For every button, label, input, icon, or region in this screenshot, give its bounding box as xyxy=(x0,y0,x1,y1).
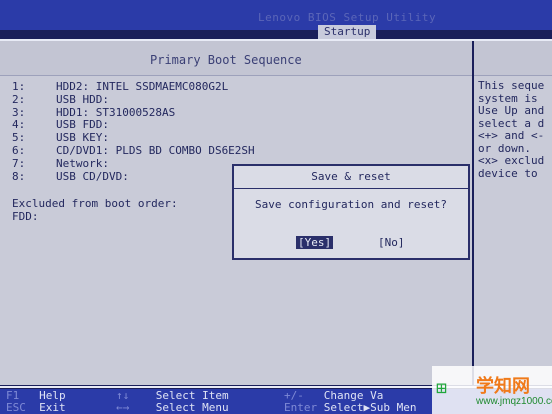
watermark-name: 学知网 xyxy=(476,376,530,397)
boot-item[interactable]: 7: Network: xyxy=(12,156,255,171)
section-header: Primary Boot Sequence xyxy=(0,41,472,76)
boot-item-label: Network: xyxy=(56,156,109,170)
footer-select-menu: ←→ Select Menu xyxy=(116,402,229,414)
enter-key: Enter xyxy=(284,401,318,414)
boot-item[interactable]: 4: USB FDD: xyxy=(12,118,255,132)
help-line: device to xyxy=(478,166,538,180)
windows-logo-icon: ⊞ xyxy=(436,378,447,399)
boot-item-number: 7: xyxy=(12,156,26,170)
watermark-url: www.jmqz1000.com xyxy=(476,396,552,407)
help-line: Use Up and xyxy=(478,104,545,117)
boot-item-label: USB KEY: xyxy=(56,131,109,145)
boot-item[interactable]: 1: HDD2: INTEL SSDMAEMC080G2L xyxy=(12,80,255,94)
boot-item[interactable]: 6: CD/DVD1: PLDS BD COMBO DS6E2SH xyxy=(12,143,255,158)
excluded-section: Excluded from boot order: FDD: xyxy=(12,197,178,223)
help-panel: This seque system is Use Up and select a… xyxy=(474,41,552,385)
help-line: This seque xyxy=(478,79,545,92)
boot-item-number: 2: xyxy=(12,92,26,106)
boot-item-label: USB HDD: xyxy=(56,92,109,106)
esc-key: ESC xyxy=(6,401,26,414)
exit-label: Exit xyxy=(39,401,66,414)
site-watermark: ⊞ 学知网 www.jmqz1000.com xyxy=(432,366,552,414)
boot-item[interactable]: 3: HDD1: ST31000528AS xyxy=(12,105,255,120)
save-reset-dialog: Save & reset Save configuration and rese… xyxy=(232,164,470,260)
boot-item-label: HDD2: INTEL SSDMAEMC080G2L xyxy=(56,80,229,93)
section-title: Primary Boot Sequence xyxy=(150,53,302,67)
boot-item-number: 1: xyxy=(12,80,26,93)
left-right-arrows-icon: ←→ xyxy=(116,401,130,414)
utility-title: Lenovo BIOS Setup Utility xyxy=(258,11,437,24)
tab-startup[interactable]: Startup xyxy=(318,25,377,39)
boot-item[interactable]: 8: USB CD/DVD: xyxy=(12,169,255,184)
help-line: <x> exclud xyxy=(478,154,545,167)
top-bar: Lenovo BIOS Setup Utility Startup xyxy=(0,0,552,39)
help-line: <+> and <- xyxy=(478,129,545,142)
select-menu-label: Select Menu xyxy=(155,401,229,414)
no-button[interactable]: [No] xyxy=(376,236,407,249)
excluded-item[interactable]: FDD: xyxy=(12,210,178,223)
excluded-heading: Excluded from boot order: xyxy=(12,197,178,210)
footer-exit: ESC Exit xyxy=(6,402,66,414)
boot-item-label: USB FDD: xyxy=(56,118,109,132)
select-submenu-label: Select▶Sub Men xyxy=(323,401,417,414)
help-text: This seque system is Use Up and select a… xyxy=(474,76,552,180)
boot-item-number: 8: xyxy=(12,169,26,183)
boot-item-label: CD/DVD1: PLDS BD COMBO DS6E2SH xyxy=(56,143,255,157)
boot-item-label: HDD1: ST31000528AS xyxy=(56,105,176,119)
boot-item-label: USB CD/DVD: xyxy=(56,169,129,183)
boot-item-number: 6: xyxy=(12,143,26,157)
dialog-message: Save configuration and reset? xyxy=(254,198,448,211)
dialog-title: Save & reset xyxy=(234,166,468,189)
footer-enter: Enter Select▶Sub Men xyxy=(284,402,416,414)
help-header xyxy=(474,41,552,76)
boot-order-list: 1: HDD2: INTEL SSDMAEMC080G2L 2: USB HDD: … xyxy=(12,80,255,184)
yes-button[interactable]: [Yes] xyxy=(296,236,334,249)
